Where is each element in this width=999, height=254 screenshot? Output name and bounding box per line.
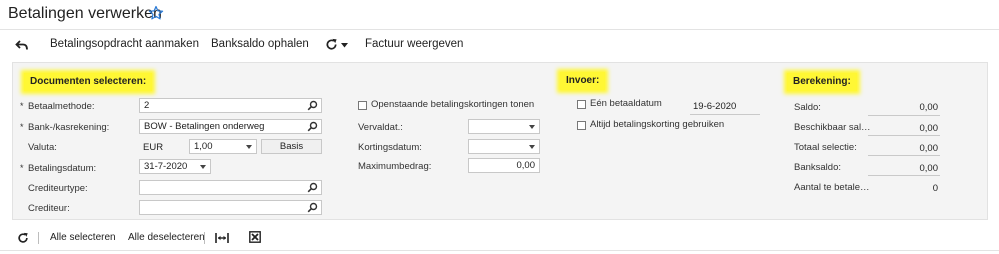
chevron-down-icon	[341, 43, 348, 48]
calc-value-bank-balance: 0,00	[919, 163, 939, 174]
bank-account-label: Bank-/kasrekening:	[28, 122, 110, 133]
toolbar-separator	[38, 232, 39, 244]
creditor-type-label: Crediteurtype:	[28, 183, 88, 194]
clear-icon[interactable]	[249, 231, 261, 243]
due-date-field[interactable]	[468, 119, 540, 134]
creditor-field[interactable]	[139, 200, 322, 215]
fit-columns-icon[interactable]	[215, 232, 229, 244]
star-icon[interactable]	[148, 5, 164, 21]
single-pay-date-label[interactable]: Eén betaaldatum	[590, 98, 662, 109]
bank-account-field[interactable]: BOW - Betalingen onderweg	[139, 119, 322, 134]
calc-label-saldo: Saldo:	[794, 102, 821, 113]
calc-label-bank-balance: Banksaldo:	[794, 162, 842, 173]
payment-date-label: Betalingsdatum:	[28, 163, 97, 174]
search-icon[interactable]	[307, 182, 318, 193]
payment-date-value: 31-7-2020	[144, 161, 188, 172]
always-discount-checkbox[interactable]	[577, 121, 586, 130]
value-underline	[868, 135, 940, 136]
refresh-menu-button[interactable]	[325, 37, 351, 53]
chevron-down-icon	[200, 165, 206, 169]
creditor-label: Crediteur:	[28, 203, 70, 214]
currency-label: Valuta:	[28, 142, 57, 153]
toolbar-separator	[204, 232, 205, 244]
chevron-down-icon	[246, 145, 252, 149]
value-underline	[868, 155, 940, 156]
payment-method-label: Betaalmethode:	[28, 101, 95, 112]
create-payment-order-button[interactable]: Betalingsopdracht aanmaken	[50, 38, 199, 50]
bank-account-value: BOW - Betalingen onderweg	[144, 121, 265, 132]
required-marker: *	[20, 163, 24, 173]
single-pay-date-checkbox[interactable]	[577, 100, 586, 109]
calc-value-count-to-pay: 0	[932, 183, 938, 194]
fetch-bank-balance-button[interactable]: Banksaldo ophalen	[211, 38, 309, 50]
date-field-underline	[690, 114, 760, 115]
basis-button[interactable]: Basis	[261, 139, 322, 154]
payment-method-field[interactable]: 2	[139, 98, 322, 113]
show-discounts-checkbox[interactable]	[358, 101, 367, 110]
exchange-rate-field[interactable]: 1,00	[189, 139, 257, 154]
max-amount-value: 0,00	[516, 160, 536, 171]
undo-icon[interactable]	[15, 39, 29, 51]
max-amount-field[interactable]: 0,00	[468, 158, 540, 173]
calc-value-saldo: 0,00	[919, 102, 939, 113]
payment-method-value: 2	[144, 100, 150, 111]
grid-header-divider	[0, 250, 999, 251]
due-date-label: Vervaldat.:	[358, 122, 403, 133]
calc-value-available: 0,00	[919, 123, 939, 134]
search-icon[interactable]	[307, 121, 318, 132]
discount-date-field[interactable]	[468, 139, 540, 154]
max-amount-label: Maximumbedrag:	[358, 161, 432, 172]
always-discount-label[interactable]: Altijd betalingskorting gebruiken	[590, 119, 724, 130]
title-bar: Betalingen verwerken	[0, 0, 999, 30]
search-icon[interactable]	[307, 202, 318, 213]
value-underline	[868, 115, 940, 116]
show-invoice-button[interactable]: Factuur weergeven	[365, 38, 463, 50]
show-discounts-label[interactable]: Openstaande betalingskortingen tonen	[371, 99, 534, 110]
section-header-documents: Documenten selecteren:	[24, 73, 153, 91]
calc-label-count-to-pay: Aantal te betale…	[794, 182, 870, 193]
grid-toolbar: Alle selecteren Alle deselecteren	[0, 226, 999, 248]
refresh-icon	[326, 38, 337, 50]
required-marker: *	[20, 122, 24, 132]
deselect-all-button[interactable]: Alle deselecteren	[128, 232, 205, 243]
section-header-calculation: Berekening:	[787, 73, 857, 91]
discount-date-label: Kortingsdatum:	[358, 142, 422, 153]
chevron-down-icon	[529, 125, 535, 129]
payment-date-field[interactable]: 31-7-2020	[139, 159, 211, 174]
refresh-icon[interactable]	[17, 232, 29, 244]
chevron-down-icon	[529, 145, 535, 149]
main-toolbar: Betalingsopdracht aanmaken Banksaldo oph…	[0, 31, 999, 59]
value-underline	[868, 175, 940, 176]
single-pay-date-value[interactable]: 19-6-2020	[693, 101, 736, 112]
calc-label-total-selection: Totaal selectie:	[794, 142, 857, 153]
select-all-button[interactable]: Alle selecteren	[50, 232, 116, 243]
section-header-input: Invoer:	[560, 72, 606, 90]
required-marker: *	[20, 101, 24, 111]
calc-value-total-selection: 0,00	[919, 143, 939, 154]
calc-label-available: Beschikbaar sal…	[794, 122, 871, 133]
creditor-type-field[interactable]	[139, 180, 322, 195]
page-title: Betalingen verwerken	[8, 5, 162, 22]
currency-code[interactable]: EUR	[143, 142, 163, 153]
search-icon[interactable]	[307, 100, 318, 111]
exchange-rate-value: 1,00	[194, 141, 213, 152]
